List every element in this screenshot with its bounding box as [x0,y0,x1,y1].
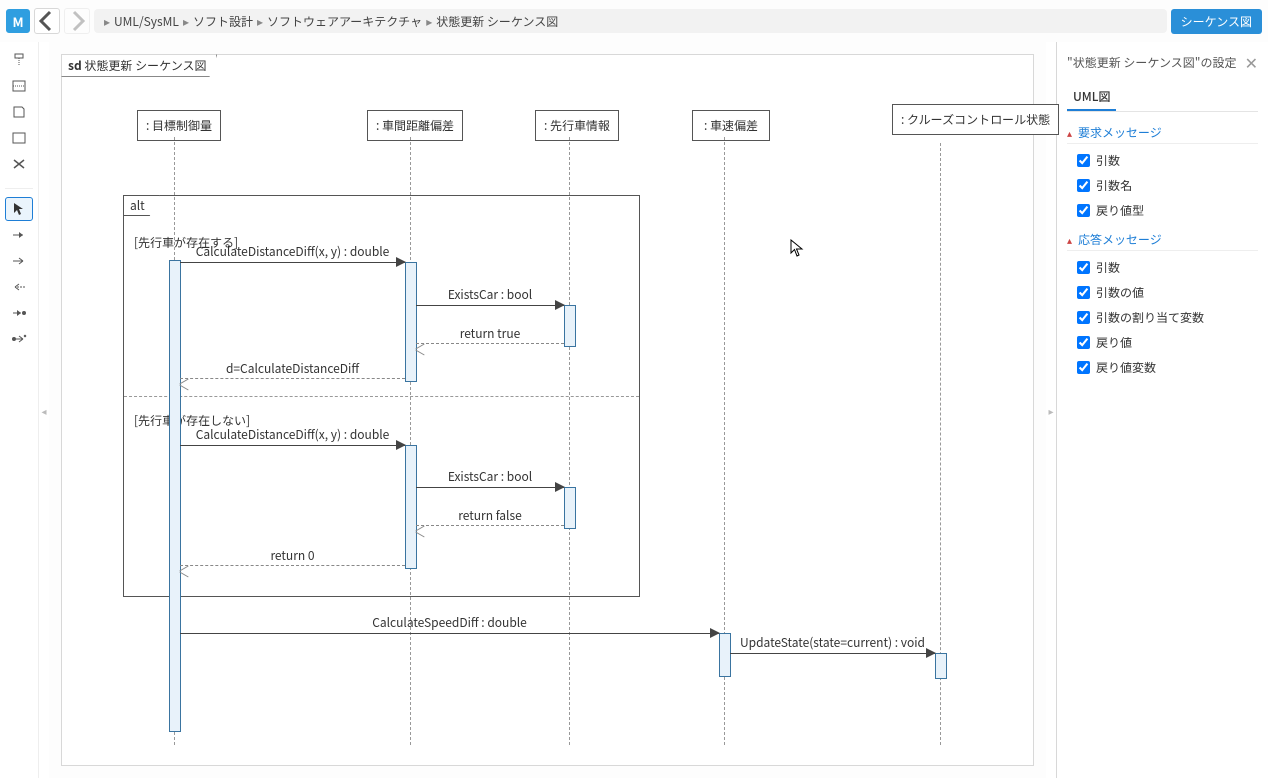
breadcrumb-item[interactable]: 状態更新 シーケンス図 [436,13,558,30]
sync-message[interactable]: UpdateState(state=current) : void [730,653,935,654]
lifeline-head[interactable]: : 先行車情報 [535,110,619,141]
frame-tool[interactable] [5,126,33,150]
lifeline-head[interactable]: : 車速偏差 [692,110,770,141]
frame-prefix: sd [68,57,82,74]
checkbox-row[interactable]: 引数名 [1067,177,1258,194]
lifeline-tool[interactable] [5,48,33,72]
sync-message-tool[interactable] [5,223,33,247]
activation-bar[interactable] [564,487,576,529]
select-tool[interactable] [5,197,33,221]
sync-message[interactable]: ExistsCar : bool [416,305,564,306]
settings-tabs: UML図 [1067,84,1258,112]
async-message-tool[interactable] [5,249,33,273]
settings-section-response: ▴応答メッセージ 引数 引数の値 引数の割り当て変数 戻り値 戻り値変数 [1067,231,1258,376]
diagram-canvas-wrap: sd 状態更新 シーケンス図 : 目標制御量 : 車間距離偏差 : 先行車情報 … [49,42,1046,778]
diagram-type-button[interactable]: シーケンス図 [1171,9,1262,34]
settings-section-request: ▴要求メッセージ 引数 引数名 戻り値型 [1067,124,1258,219]
sync-message[interactable]: CalculateDistanceDiff(x, y) : double [180,262,405,263]
frame-title: 状態更新 シーケンス図 [84,57,206,74]
alt-tag: alt [123,195,160,216]
close-icon[interactable]: ✕ [1245,50,1258,74]
return-message[interactable]: return false [416,525,564,527]
mouse-cursor-icon [790,239,804,262]
activation-bar[interactable] [935,653,947,679]
checkbox[interactable] [1077,154,1090,167]
arrowhead-icon [710,628,720,638]
return-message-tool[interactable] [5,275,33,299]
checkbox-row[interactable]: 引数 [1067,259,1258,276]
note-tool[interactable] [5,100,33,124]
checkbox-row[interactable]: 引数の割り当て変数 [1067,309,1258,326]
found-message-tool[interactable] [5,327,33,351]
settings-panel: "状態更新 シーケンス図"の設定 ✕ UML図 ▴要求メッセージ 引数 引数名 … [1056,42,1268,778]
lifeline-head[interactable]: : クルーズコントロール状態 [892,104,1059,135]
return-message[interactable]: d=CalculateDistanceDiff [180,378,405,380]
triangle-up-icon: ▴ [1067,125,1072,140]
checkbox-row[interactable]: 引数の値 [1067,284,1258,301]
breadcrumb-item[interactable]: UML/SysML [114,13,179,30]
chevron-right-icon: ▸ [183,13,189,30]
lost-message-tool[interactable] [5,301,33,325]
chevron-right-icon: ▸ [426,13,432,30]
settings-panel-title: "状態更新 シーケンス図"の設定 [1067,54,1236,71]
breadcrumb-item[interactable]: ソフト設計 [193,13,253,30]
activation-bar[interactable] [169,260,181,732]
checkbox[interactable] [1077,179,1090,192]
sync-message[interactable]: CalculateSpeedDiff : double [180,633,719,634]
delete-tool[interactable] [5,152,33,176]
checkbox-row[interactable]: 戻り値変数 [1067,359,1258,376]
section-toggle[interactable]: ▴要求メッセージ [1067,124,1258,144]
arrowhead-icon [555,482,565,492]
arrowhead-icon [555,300,565,310]
section-toggle[interactable]: ▴応答メッセージ [1067,231,1258,251]
checkbox-row[interactable]: 戻り値 [1067,334,1258,351]
checkbox-row[interactable]: 戻り値型 [1067,202,1258,219]
checkbox[interactable] [1077,261,1090,274]
chevron-right-icon: ▸ [104,13,110,30]
tab-uml[interactable]: UML図 [1067,84,1116,111]
alt-separator [124,396,639,397]
arrowhead-icon [926,648,936,658]
checkbox[interactable] [1077,204,1090,217]
activation-bar[interactable] [564,305,576,347]
lifeline-head[interactable]: : 車間距離偏差 [367,110,463,141]
checkbox[interactable] [1077,361,1090,374]
checkbox[interactable] [1077,336,1090,349]
lifeline-head[interactable]: : 目標制御量 [137,110,221,141]
arrowhead-icon [396,257,406,267]
sync-message[interactable]: CalculateDistanceDiff(x, y) : double [180,445,405,446]
checkbox[interactable] [1077,311,1090,324]
app-menu-button[interactable]: M [6,9,30,33]
diagram-canvas[interactable]: sd 状態更新 シーケンス図 : 目標制御量 : 車間距離偏差 : 先行車情報 … [61,54,1034,766]
breadcrumb[interactable]: ▸ UML/SysML ▸ ソフト設計 ▸ ソフトウェアアーキテクチャ ▸ 状態… [94,9,1167,33]
triangle-up-icon: ▴ [1067,232,1072,247]
fragment-tool[interactable] [5,74,33,98]
nav-forward-button[interactable] [64,8,90,34]
checkbox-row[interactable]: 引数 [1067,152,1258,169]
return-message[interactable]: return true [416,343,564,345]
diagram-frame-label[interactable]: sd 状態更新 シーケンス図 [61,54,217,77]
return-message[interactable]: return 0 [180,565,405,567]
arrowhead-icon [396,440,406,450]
tool-palette [0,42,39,778]
chevron-right-icon: ▸ [257,13,263,30]
breadcrumb-item[interactable]: ソフトウェアアーキテクチャ [267,13,422,30]
activation-bar[interactable] [405,262,417,382]
top-bar: M ▸ UML/SysML ▸ ソフト設計 ▸ ソフトウェアアーキテクチャ ▸ … [0,0,1268,42]
nav-back-button[interactable] [34,8,60,34]
sync-message[interactable]: ExistsCar : bool [416,487,564,488]
left-gutter-toggle[interactable]: ◂ [39,42,49,778]
right-gutter-toggle[interactable]: ▸ [1046,42,1056,778]
checkbox[interactable] [1077,286,1090,299]
